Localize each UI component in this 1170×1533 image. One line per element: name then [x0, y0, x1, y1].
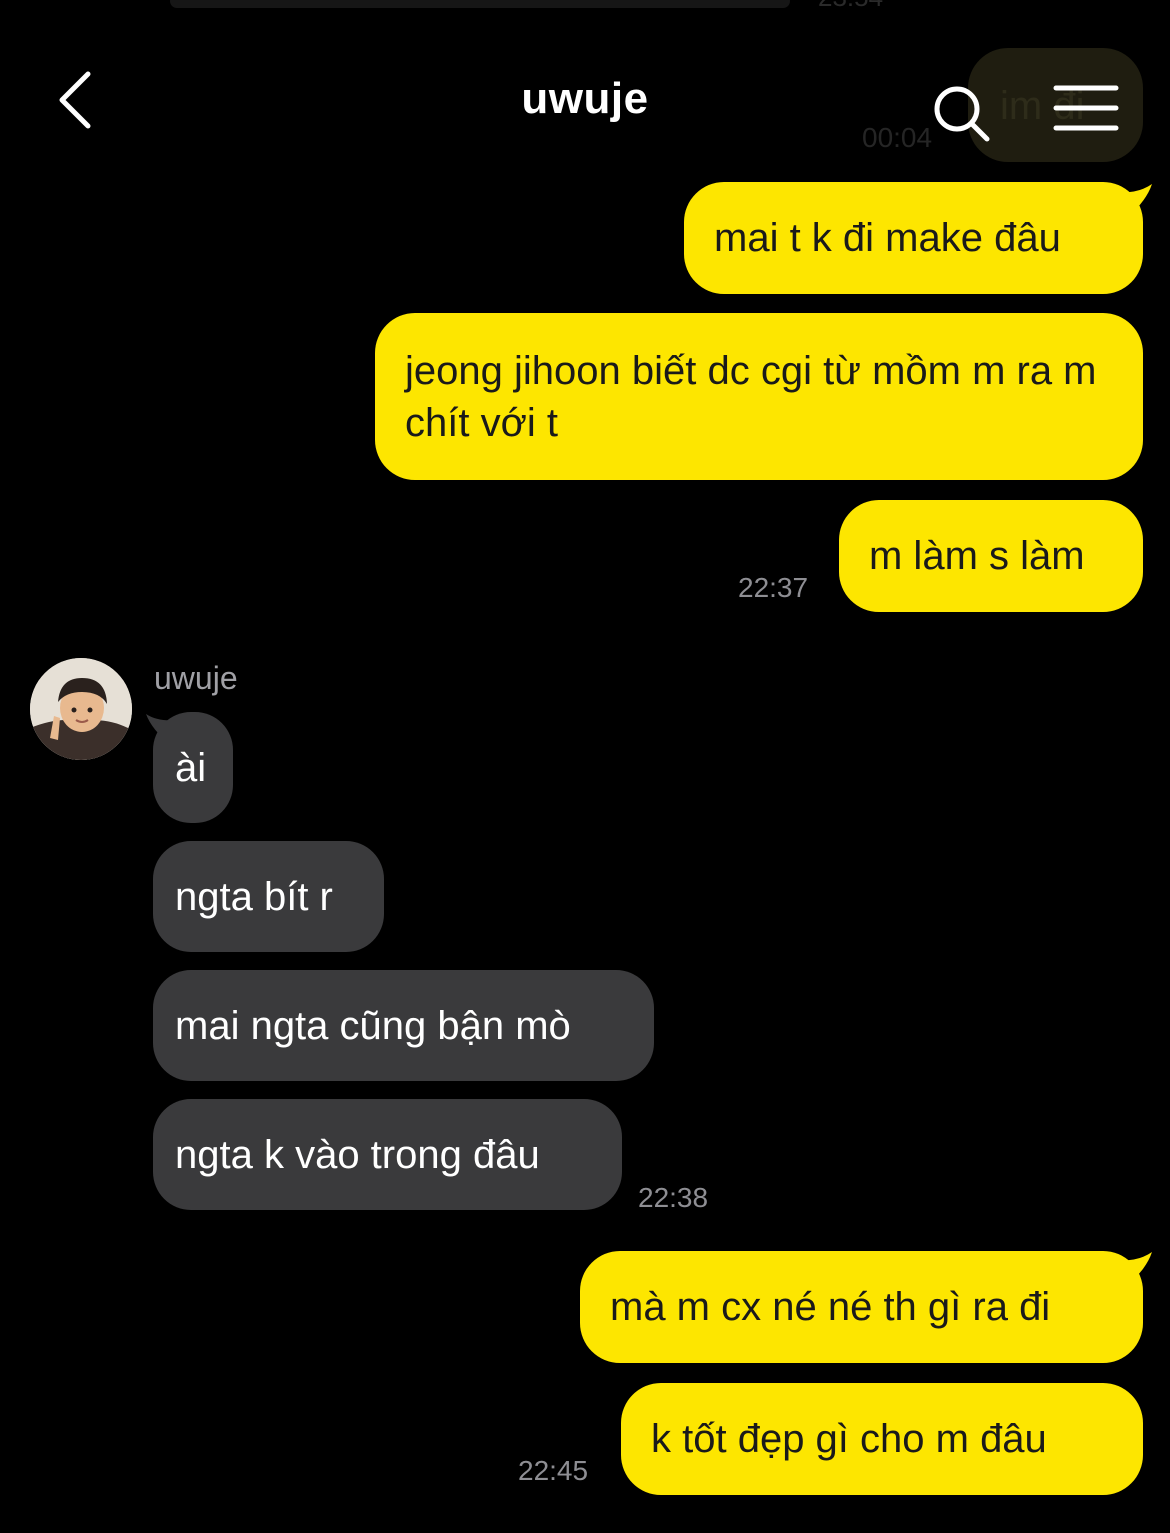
message-text: ngta bít r	[175, 874, 333, 919]
message-timestamp: 22:38	[638, 1182, 709, 1213]
message-received[interactable]: ngta k vào trong đâu	[153, 1099, 622, 1210]
message-text: m làm s làm	[869, 534, 1085, 578]
search-button[interactable]	[930, 82, 994, 146]
message-timestamp: 22:45	[518, 1455, 589, 1486]
message-text: jeong jihoon biết dc cgi từ mồm m ra m c…	[405, 348, 1097, 445]
scrolled-message-bubble	[170, 0, 790, 8]
message-text: mà m cx né né th gì ra đi	[610, 1285, 1051, 1329]
avatar-image	[30, 658, 132, 760]
message-timestamp: 22:37	[738, 572, 809, 603]
message-received[interactable]: ngta bít r	[153, 841, 384, 952]
search-icon	[934, 86, 990, 142]
hamburger-menu-icon	[1053, 85, 1119, 131]
scrolled-timestamp: 00:04	[862, 122, 933, 153]
message-text: ài	[175, 745, 207, 790]
message-text: mai t k đi make đâu	[714, 216, 1061, 260]
message-text: k tốt đẹp gì cho m đâu	[651, 1417, 1047, 1461]
scrolled-timestamp: 23:54	[818, 0, 883, 13]
message-text: mai ngta cũng bận mò	[175, 1003, 571, 1048]
menu-button[interactable]	[1052, 80, 1122, 136]
message-sent[interactable]: jeong jihoon biết dc cgi từ mồm m ra m c…	[375, 313, 1143, 480]
chat-title: uwuje	[521, 74, 649, 123]
contact-avatar[interactable]	[30, 658, 132, 760]
message-text: ngta k vào trong đâu	[175, 1132, 540, 1177]
message-received[interactable]: mai ngta cũng bận mò	[153, 970, 654, 1081]
sender-name: uwuje	[154, 660, 238, 696]
message-sent[interactable]: m làm s làm	[839, 500, 1143, 612]
message-sent[interactable]: mai t k đi make đâu	[684, 182, 1143, 294]
message-sent[interactable]: mà m cx né né th gì ra đi	[580, 1251, 1143, 1363]
message-sent[interactable]: k tốt đẹp gì cho m đâu	[621, 1383, 1143, 1495]
message-received[interactable]: ài	[153, 712, 233, 823]
chat-screen: 23:54 im đi 00:04 uwuje mai t k đi make …	[0, 0, 1170, 1533]
